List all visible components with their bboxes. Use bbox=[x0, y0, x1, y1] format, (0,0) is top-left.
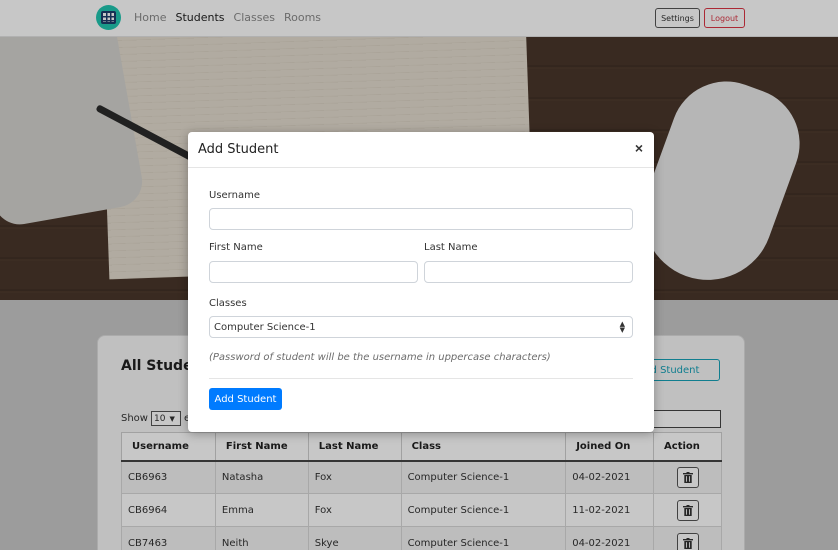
add-student-modal: Add Student × Username First Name Last N… bbox=[188, 132, 654, 432]
username-input[interactable] bbox=[209, 208, 633, 230]
modal-header: Add Student × bbox=[188, 132, 654, 168]
classes-label: Classes bbox=[209, 298, 247, 309]
last-name-label: Last Name bbox=[424, 242, 478, 253]
first-name-input[interactable] bbox=[209, 261, 418, 283]
modal-divider bbox=[209, 378, 633, 379]
username-label: Username bbox=[209, 190, 260, 201]
password-note: (Password of student will be the usernam… bbox=[209, 352, 551, 363]
classes-select[interactable]: Computer Science-1 ▲ ▼ bbox=[209, 316, 633, 338]
modal-title: Add Student bbox=[198, 142, 279, 157]
first-name-label: First Name bbox=[209, 242, 263, 253]
select-arrows-icon: ▲ ▼ bbox=[619, 320, 625, 334]
last-name-input[interactable] bbox=[424, 261, 633, 283]
classes-selected-value: Computer Science-1 bbox=[214, 321, 316, 333]
add-student-submit-button[interactable]: Add Student bbox=[209, 388, 282, 410]
close-icon[interactable]: × bbox=[635, 140, 643, 156]
